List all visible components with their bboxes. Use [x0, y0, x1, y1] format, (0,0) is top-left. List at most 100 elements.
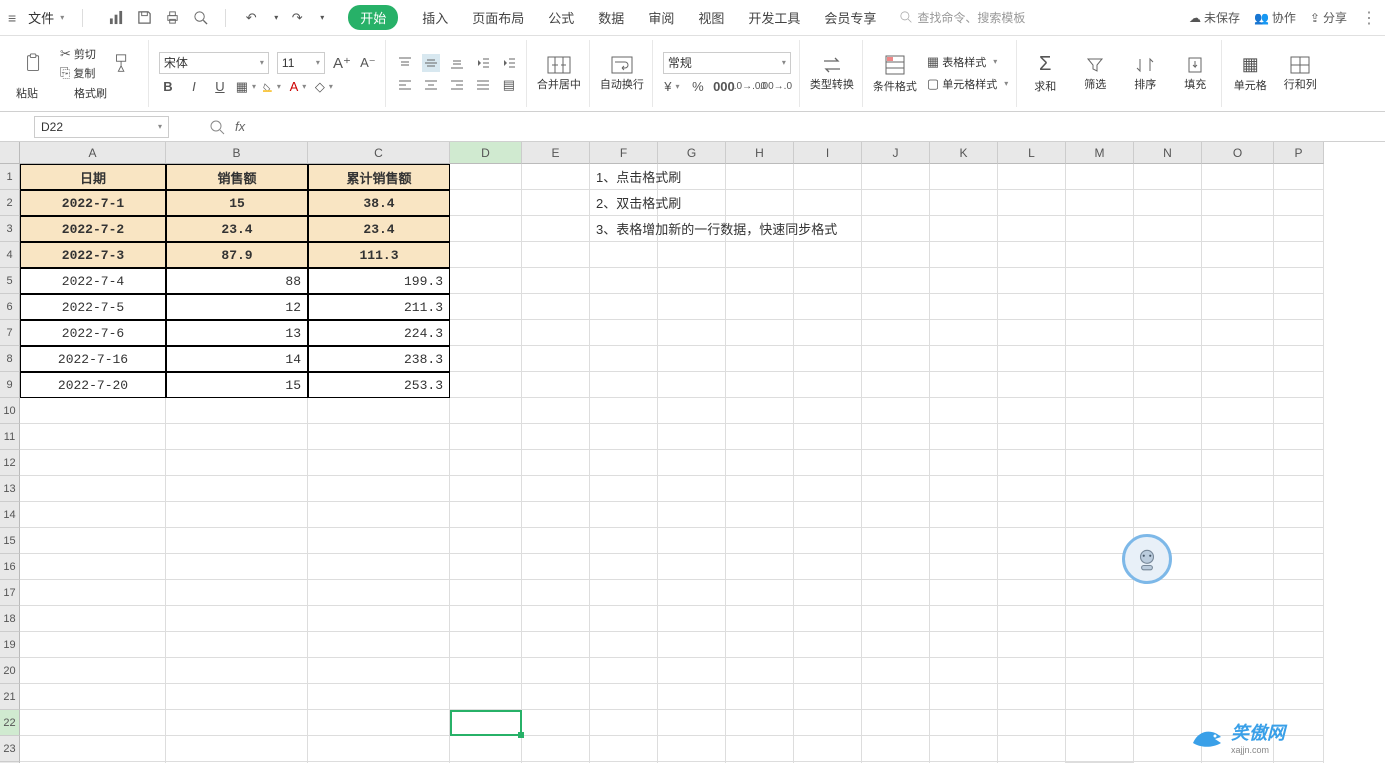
col-header-E[interactable]: E [522, 142, 590, 164]
cell-P10[interactable] [1274, 398, 1324, 424]
row-header-12[interactable]: 12 [0, 450, 20, 476]
cell-J16[interactable] [862, 554, 930, 580]
cell-N5[interactable] [1134, 268, 1202, 294]
redo-dropdown-icon[interactable]: ▾ [320, 13, 324, 22]
cell-K17[interactable] [930, 580, 998, 606]
cell-F8[interactable] [590, 346, 658, 372]
cell-P20[interactable] [1274, 658, 1324, 684]
cell-J5[interactable] [862, 268, 930, 294]
row-header-13[interactable]: 13 [0, 476, 20, 502]
cell-F20[interactable] [590, 658, 658, 684]
print-icon[interactable] [163, 9, 181, 27]
cell-L13[interactable] [998, 476, 1066, 502]
cell-D21[interactable] [450, 684, 522, 710]
cell-O12[interactable] [1202, 450, 1274, 476]
cell-P13[interactable] [1274, 476, 1324, 502]
chart-icon[interactable] [107, 9, 125, 27]
cell-B10[interactable] [166, 398, 308, 424]
cell-H6[interactable] [726, 294, 794, 320]
cell-B22[interactable] [166, 710, 308, 736]
cell-E1[interactable] [522, 164, 590, 190]
cell-J4[interactable] [862, 242, 930, 268]
cell-A15[interactable] [20, 528, 166, 554]
col-header-K[interactable]: K [930, 142, 998, 164]
cell-K15[interactable] [930, 528, 998, 554]
cell-B9[interactable]: 15 [166, 372, 308, 398]
row-header-11[interactable]: 11 [0, 424, 20, 450]
cell-M9[interactable] [1066, 372, 1134, 398]
cell-B1[interactable]: 销售额 [166, 164, 308, 190]
cell-B12[interactable] [166, 450, 308, 476]
align-left-icon[interactable] [396, 76, 414, 94]
cell-O3[interactable] [1202, 216, 1274, 242]
cell-E5[interactable] [522, 268, 590, 294]
more-icon[interactable]: ⋮ [1361, 8, 1377, 28]
hamburger-icon[interactable]: ≡ [8, 10, 16, 26]
cell-O18[interactable] [1202, 606, 1274, 632]
cell-O10[interactable] [1202, 398, 1274, 424]
cell-I20[interactable] [794, 658, 862, 684]
cell-O11[interactable] [1202, 424, 1274, 450]
cell-B16[interactable] [166, 554, 308, 580]
cell-L17[interactable] [998, 580, 1066, 606]
cell-K11[interactable] [930, 424, 998, 450]
cell-G19[interactable] [658, 632, 726, 658]
col-header-J[interactable]: J [862, 142, 930, 164]
decrease-indent-icon[interactable] [474, 54, 492, 72]
cell-O4[interactable] [1202, 242, 1274, 268]
cell-M7[interactable] [1066, 320, 1134, 346]
cell-D10[interactable] [450, 398, 522, 424]
cell-J1[interactable] [862, 164, 930, 190]
row-header-2[interactable]: 2 [0, 190, 20, 216]
cell-E3[interactable] [522, 216, 590, 242]
cell-M1[interactable] [1066, 164, 1134, 190]
cell-D12[interactable] [450, 450, 522, 476]
cell-P7[interactable] [1274, 320, 1324, 346]
cell-K7[interactable] [930, 320, 998, 346]
cell-I10[interactable] [794, 398, 862, 424]
cell-E15[interactable] [522, 528, 590, 554]
cell-H7[interactable] [726, 320, 794, 346]
cell-L20[interactable] [998, 658, 1066, 684]
cell-H5[interactable] [726, 268, 794, 294]
cell-P15[interactable] [1274, 528, 1324, 554]
cell-P12[interactable] [1274, 450, 1324, 476]
increase-decimal-icon[interactable]: .0→.00 [741, 78, 759, 96]
cell-D9[interactable] [450, 372, 522, 398]
cell-P5[interactable] [1274, 268, 1324, 294]
row-header-3[interactable]: 3 [0, 216, 20, 242]
cell-D23[interactable] [450, 736, 522, 762]
number-format-select[interactable]: 常规▾ [663, 52, 791, 74]
sort-button[interactable]: 排序 [1127, 56, 1163, 92]
fill-button[interactable]: 填充 [1177, 56, 1213, 92]
cell-L11[interactable] [998, 424, 1066, 450]
cell-D13[interactable] [450, 476, 522, 502]
cell-D5[interactable] [450, 268, 522, 294]
cell-A10[interactable] [20, 398, 166, 424]
fill-color-icon[interactable]: ▾ [263, 78, 281, 96]
cell-O2[interactable] [1202, 190, 1274, 216]
paste-button[interactable] [16, 53, 52, 75]
cell-H21[interactable] [726, 684, 794, 710]
font-size-select[interactable]: 11▾ [277, 52, 325, 74]
cell-B19[interactable] [166, 632, 308, 658]
filter-button[interactable]: 筛选 [1077, 56, 1113, 92]
type-convert-button[interactable]: 类型转换 [810, 56, 854, 92]
cell-J18[interactable] [862, 606, 930, 632]
cell-G23[interactable] [658, 736, 726, 762]
col-header-P[interactable]: P [1274, 142, 1324, 164]
cell-O20[interactable] [1202, 658, 1274, 684]
cell-L8[interactable] [998, 346, 1066, 372]
cell-N9[interactable] [1134, 372, 1202, 398]
cell-E19[interactable] [522, 632, 590, 658]
row-header-22[interactable]: 22 [0, 710, 20, 736]
cell-K23[interactable] [930, 736, 998, 762]
cell-K21[interactable] [930, 684, 998, 710]
cell-N7[interactable] [1134, 320, 1202, 346]
cell-A2[interactable]: 2022-7-1 [20, 190, 166, 216]
row-header-14[interactable]: 14 [0, 502, 20, 528]
wrap-button[interactable]: 自动换行 [600, 56, 644, 92]
cell-F16[interactable] [590, 554, 658, 580]
cell-J20[interactable] [862, 658, 930, 684]
cell-M23[interactable] [1066, 736, 1134, 762]
